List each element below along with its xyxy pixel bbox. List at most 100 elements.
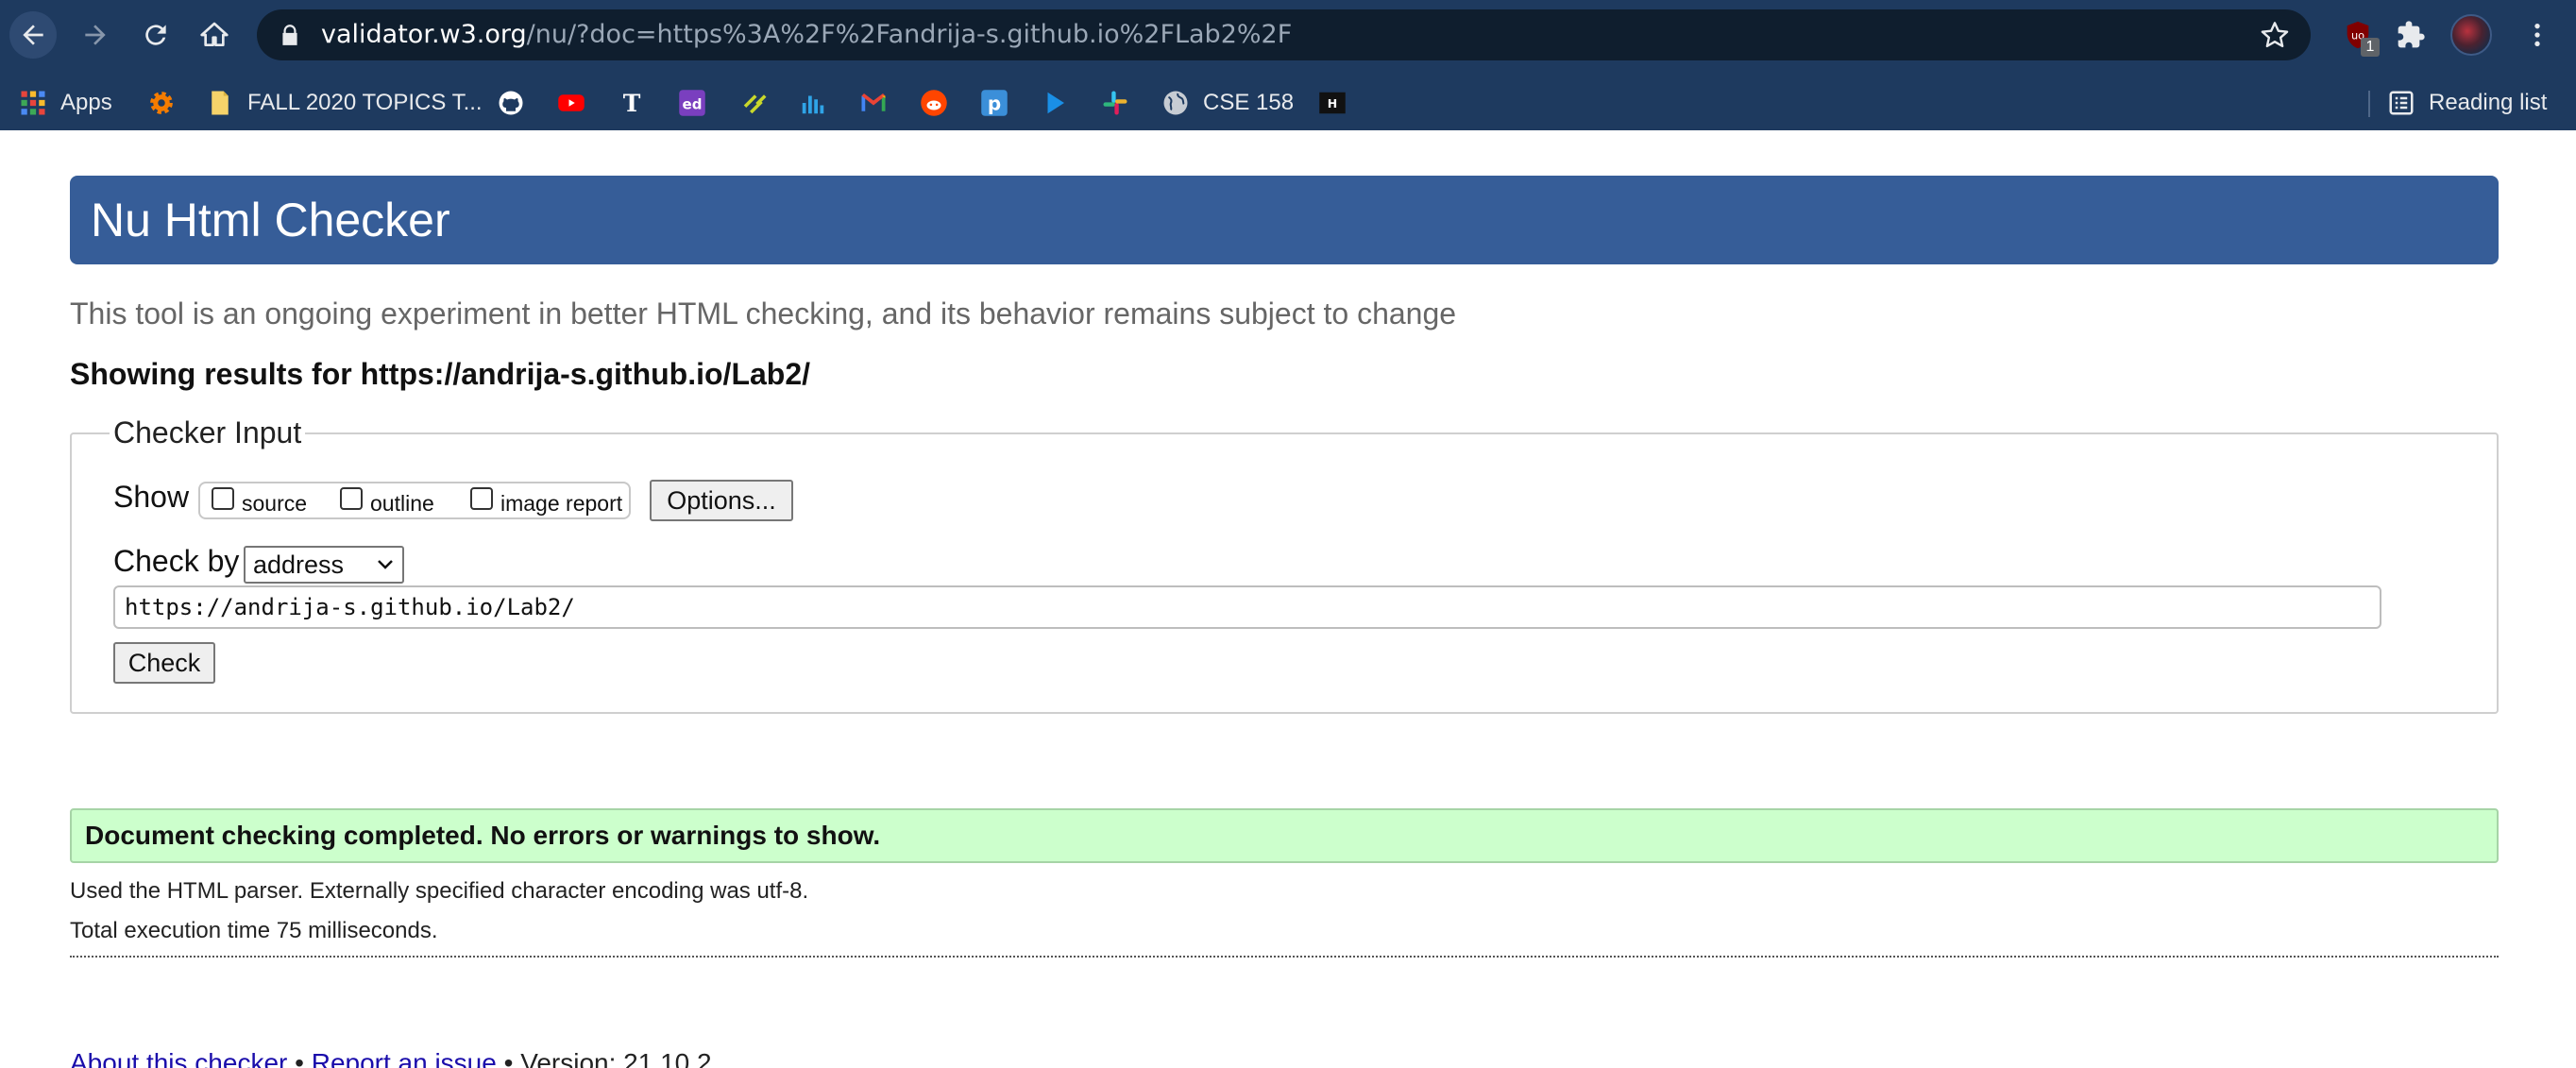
bookmark-p[interactable]: p [980,76,1008,130]
source-checkbox[interactable] [212,487,234,510]
apps-grid-icon [21,91,45,115]
check-button[interactable]: Check [113,642,215,684]
show-options-group: source outline image report [198,482,631,519]
bar-chart-icon [802,95,824,114]
gear-orange-icon [150,92,173,114]
play-icon [1047,92,1064,114]
svg-text:p: p [988,93,1001,115]
ublock-badge: 1 [2361,38,2380,57]
avatar [2450,14,2492,56]
bookmark-nytimes[interactable]: T [618,76,646,130]
arrow-right-icon [85,25,106,45]
source-checkbox-label[interactable]: source [242,491,307,517]
svg-text:ed: ed [683,95,703,112]
bookmark-github[interactable] [497,76,525,130]
bookmark-gear[interactable] [147,76,176,130]
github-icon [499,91,523,115]
bookmark-reddit[interactable] [920,76,948,130]
nytimes-icon: T [623,90,641,117]
bookmark-apps[interactable]: Apps [19,76,112,130]
bookmark-fall-2020[interactable]: FALL 2020 TOPICS T... [206,76,483,130]
about-link[interactable]: About this checker [70,1048,287,1068]
options-button[interactable]: Options... [650,480,793,521]
folder-icon [212,91,229,115]
footer: About this checker • Report an issue • V… [70,1048,712,1068]
check-by-label: Check by [113,544,240,578]
results-heading: Showing results for https://andrija-s.gi… [70,357,811,391]
bookmarks-divider [2368,91,2370,117]
bookmark-hackernews[interactable]: H [1318,76,1347,130]
footer-separator: • [503,1048,514,1068]
bookmark-label: CSE 158 [1203,90,1295,115]
profile-button[interactable] [2448,11,2495,59]
bookmark-gmail[interactable] [859,76,888,130]
success-message: Document checking completed. No errors o… [85,821,881,850]
ed-icon: ed [679,90,705,116]
bookmark-label: Apps [60,90,112,115]
forward-button[interactable] [72,11,119,59]
arrow-left-icon [23,25,43,45]
bookmark-label: FALL 2020 TOPICS T... [247,90,483,115]
reddit-icon [921,90,947,116]
check-by-select[interactable]: address [244,546,404,584]
reload-icon [145,25,166,45]
url-input[interactable]: https://andrija-s.github.io/Lab2/ [113,585,2381,629]
gmail-icon [861,93,886,111]
version-text: Version: 21.10.2 [520,1048,712,1068]
report-issue-link[interactable]: Report an issue [312,1048,497,1068]
reload-button[interactable] [132,11,179,59]
p-icon: p [981,90,1008,116]
kebab-menu-icon [2534,24,2540,46]
parser-info: Used the HTML parser. Externally specifi… [70,878,809,904]
lock-icon [282,25,297,45]
hackernews-icon: H [1319,92,1346,114]
address-url: validator.w3.org/nu/?doc=https%3A%2F%2Fa… [321,9,1292,60]
svg-text:T: T [623,90,641,117]
url-host: validator.w3.org [321,20,527,49]
browser-toolbar: validator.w3.org/nu/?doc=https%3A%2F%2Fa… [0,0,2576,70]
url-input-value: https://andrija-s.github.io/Lab2/ [125,594,575,620]
home-icon [200,22,229,46]
url-path: /nu/?doc=https%3A%2F%2Fandrija-s.github.… [526,20,1293,49]
bookmarks-bar: Apps FALL 2020 TOPICS T... T ed p CSE 15… [0,76,2576,130]
home-button[interactable] [191,11,238,59]
ublock-extension-button[interactable]: uo 1 [2334,11,2381,59]
address-bar[interactable]: validator.w3.org/nu/?doc=https%3A%2F%2Fa… [257,9,2311,60]
page-title: Nu Html Checker [91,194,450,246]
check-by-value: address [253,551,345,579]
bookmark-star-icon[interactable] [2260,20,2290,50]
page-header: Nu Html Checker [70,176,2499,264]
back-button[interactable] [9,11,57,59]
bookmark-youtube[interactable] [557,76,585,130]
reading-list-icon [2389,91,2414,115]
bookmark-slack[interactable] [1101,76,1129,130]
image-report-checkbox[interactable] [470,487,493,510]
footer-separator: • [295,1048,304,1068]
browser-menu-button[interactable] [2514,11,2561,59]
bookmark-highlighter[interactable] [740,76,769,130]
success-message-box: Document checking completed. No errors o… [70,808,2499,863]
bookmark-ed[interactable]: ed [678,76,706,130]
reading-list-label: Reading list [2429,90,2548,115]
divider [70,956,2499,958]
checker-input-legend: Checker Input [110,415,306,450]
page-tagline: This tool is an ongoing experiment in be… [70,297,1457,331]
bookmark-cse158[interactable]: CSE 158 [1161,76,1294,130]
slack-icon [1103,91,1127,115]
extensions-button[interactable] [2387,11,2434,59]
puzzle-icon [2398,21,2425,48]
checker-input-fieldset: Checker Input Show source outline image … [70,415,2499,714]
bookmark-stats[interactable] [799,76,827,130]
image-report-checkbox-label[interactable]: image report [500,491,622,517]
show-label: Show [113,480,190,514]
bookmark-play[interactable] [1041,76,1069,130]
outline-checkbox[interactable] [340,487,363,510]
highlighter-icon [743,94,767,114]
browser-chrome: validator.w3.org/nu/?doc=https%3A%2F%2Fa… [0,0,2576,130]
youtube-icon [558,94,585,111]
reading-list-button[interactable]: Reading list [2387,76,2547,130]
svg-text:H: H [1328,96,1337,110]
outline-checkbox-label[interactable]: outline [370,491,434,517]
execution-time: Total execution time 75 milliseconds. [70,918,438,943]
chevron-down-icon [378,560,393,569]
